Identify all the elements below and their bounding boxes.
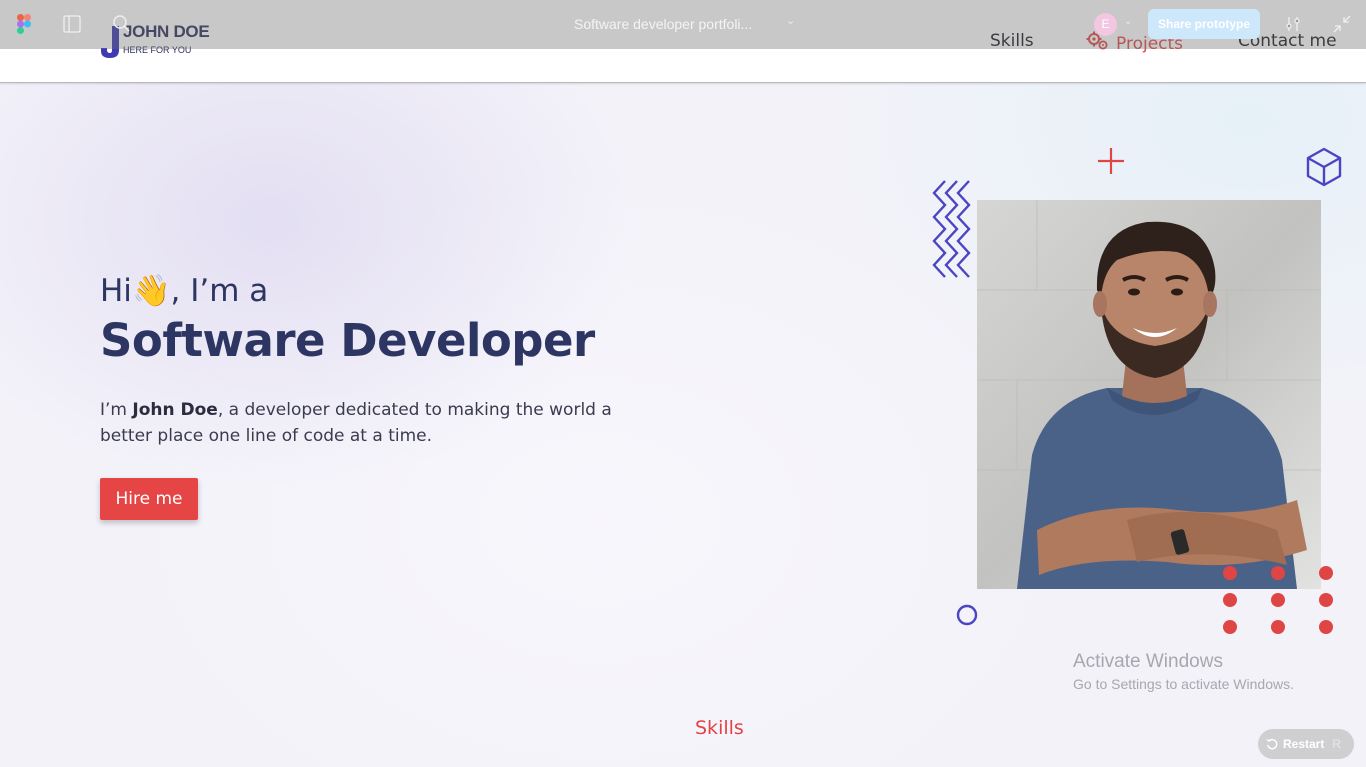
avatar-chevron-down-icon[interactable]: ⌄: [1124, 16, 1132, 27]
collapse-icon[interactable]: [1333, 15, 1351, 33]
plus-icon: [1098, 148, 1124, 174]
chevron-down-icon[interactable]: ⌄: [786, 14, 795, 27]
sidebar-toggle-icon[interactable]: [63, 15, 81, 33]
user-avatar[interactable]: E: [1094, 13, 1117, 36]
figma-logo-icon[interactable]: [17, 14, 31, 34]
profile-photo: [977, 200, 1321, 589]
skills-section-heading: Skills: [695, 717, 744, 739]
share-prototype-button[interactable]: Share prototype: [1148, 9, 1260, 39]
file-title[interactable]: Software developer portfoli...: [574, 16, 752, 32]
hero-description: I’m John Doe, a developer dedicated to m…: [100, 397, 620, 449]
activate-windows-title: Activate Windows: [1073, 651, 1223, 672]
restart-label: Restart: [1283, 737, 1325, 751]
desc-name: John Doe: [132, 400, 218, 420]
hero-title: Software Developer: [100, 314, 595, 367]
zigzag-lines-icon: [932, 180, 971, 278]
hero-greeting: Hi👋, I’m a: [100, 272, 268, 309]
figma-prototype-toolbar: Software developer portfoli... ⌄ E ⌄ Sha…: [0, 0, 1366, 49]
circle-outline-icon: [956, 604, 978, 626]
hire-me-button[interactable]: Hire me: [100, 478, 198, 520]
cube-icon: [1306, 147, 1342, 187]
greeting-prefix: Hi: [100, 273, 132, 309]
restart-icon: [1266, 738, 1278, 750]
dots-grid-icon: [1223, 566, 1333, 634]
restart-shortcut-key: R: [1332, 737, 1342, 751]
waving-hand-emoji: 👋: [131, 273, 171, 309]
greeting-suffix: , I’m a: [170, 273, 269, 309]
restart-prototype-button[interactable]: Restart R: [1258, 729, 1354, 759]
activate-windows-subtitle: Go to Settings to activate Windows.: [1073, 676, 1294, 692]
man-portrait-illustration: [977, 200, 1321, 589]
desc-prefix: I’m: [100, 400, 133, 420]
settings-sliders-icon[interactable]: [1284, 15, 1302, 33]
search-icon[interactable]: [112, 14, 130, 32]
